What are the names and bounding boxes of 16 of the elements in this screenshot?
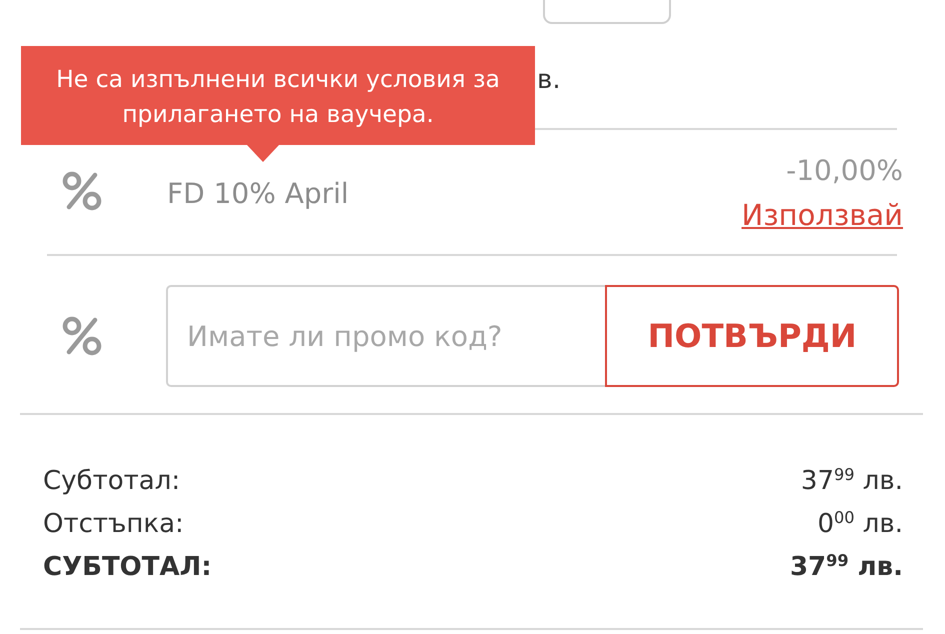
partial-field[interactable] — [543, 0, 671, 24]
tooltip-message: Не са изпълнени всички условия за прилагането на ваучера. — [56, 65, 500, 128]
use-link[interactable]: Използвай — [742, 193, 903, 237]
summary-value: 37$^{99}$ лв. — [800, 464, 903, 498]
price-text: в. — [537, 65, 561, 95]
summary-value: 0$^{00}$ лв. — [817, 507, 903, 541]
summary-label: Отстъпка: — [43, 508, 184, 541]
summary-label: СУБТОТАЛ: — [43, 551, 212, 584]
promo-code-field[interactable]: Имате ли промо код? — [166, 285, 606, 387]
discount-text: -10,00% — [786, 153, 903, 189]
confirm-button[interactable]: ПОТВЪРДИ — [605, 285, 899, 387]
summary-label: Субтотал: — [43, 465, 180, 498]
voucher-name: FD 10% April — [167, 176, 349, 210]
summary-value: 37$^{99}$ лв. — [790, 550, 903, 584]
percent-icon — [62, 171, 102, 211]
percent-icon — [62, 316, 102, 356]
